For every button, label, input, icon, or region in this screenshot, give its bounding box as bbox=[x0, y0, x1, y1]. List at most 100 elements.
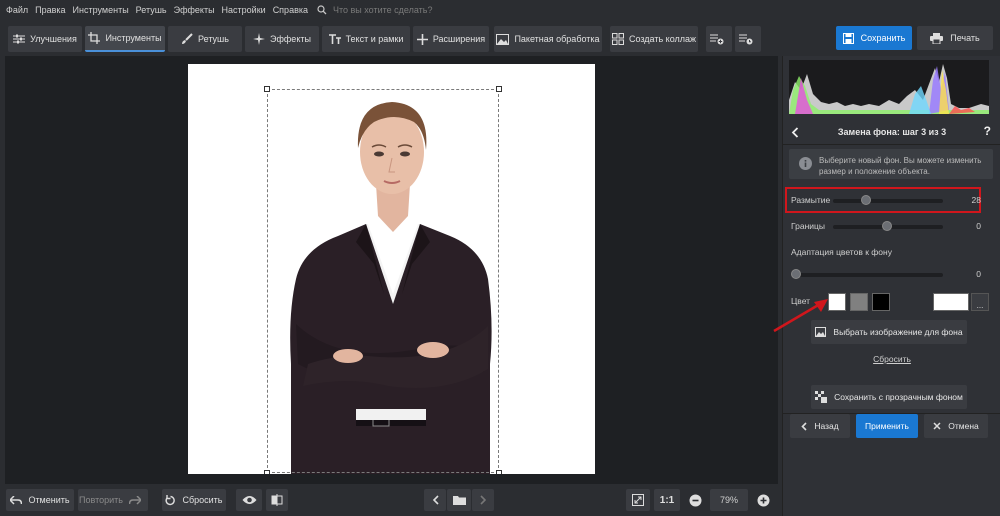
redo-icon bbox=[128, 495, 141, 505]
borders-slider[interactable]: Границы 0 bbox=[791, 220, 991, 234]
menu-help[interactable]: Справка bbox=[273, 5, 308, 15]
apply-button[interactable]: Применить bbox=[856, 414, 918, 438]
actual-size-button[interactable]: 1:1 bbox=[654, 489, 680, 511]
right-panel: Замена фона: шаг 3 из 3 ? Выберите новый… bbox=[782, 56, 1000, 516]
image-canvas[interactable] bbox=[5, 56, 778, 484]
tab-label: Ретушь bbox=[198, 34, 229, 44]
resize-handle-bottom-right[interactable] bbox=[496, 470, 502, 474]
save-transparent-button[interactable]: Сохранить с прозрачным фоном bbox=[811, 385, 967, 409]
sliders-icon bbox=[13, 34, 26, 44]
open-folder-button[interactable] bbox=[447, 489, 471, 511]
tab-label: Текст и рамки bbox=[345, 34, 404, 44]
more-label: ... bbox=[976, 301, 984, 310]
object-selection-frame[interactable] bbox=[264, 86, 502, 474]
back-button[interactable]: Назад bbox=[790, 414, 850, 438]
brush-icon bbox=[182, 33, 193, 44]
image-stack-icon bbox=[496, 33, 510, 45]
search-input[interactable] bbox=[333, 5, 503, 15]
blur-label: Размытие bbox=[791, 195, 831, 205]
list-clock-icon bbox=[738, 34, 752, 45]
print-label: Печать bbox=[950, 33, 980, 43]
tab-extensions[interactable]: Расширения bbox=[413, 26, 489, 52]
menu-retouch[interactable]: Ретушь bbox=[136, 5, 167, 15]
ratio-label: 1:1 bbox=[659, 494, 675, 506]
undo-label: Отменить bbox=[28, 495, 70, 505]
cancel-button[interactable]: Отмена bbox=[924, 414, 988, 438]
redo-button[interactable]: Повторить bbox=[78, 489, 148, 511]
menu-tools[interactable]: Инструменты bbox=[73, 5, 129, 15]
floppy-icon bbox=[842, 32, 854, 44]
fit-screen-button[interactable] bbox=[626, 489, 650, 511]
reset-label: Сбросить bbox=[182, 495, 223, 505]
resize-handle-top-left[interactable] bbox=[264, 86, 270, 92]
blur-slider-knob[interactable] bbox=[861, 195, 871, 205]
blur-slider[interactable]: Размытие 28 bbox=[791, 194, 991, 208]
zoom-level[interactable]: 79% bbox=[710, 489, 748, 511]
color-adaptation-value: 0 bbox=[976, 269, 981, 279]
swatch-gray[interactable] bbox=[850, 293, 868, 311]
color-adaptation-slider[interactable]: 0 bbox=[791, 268, 991, 282]
info-text: Выберите новый фон. Вы можете изменить р… bbox=[819, 156, 982, 176]
divider bbox=[783, 144, 1000, 145]
swatch-black[interactable] bbox=[872, 293, 890, 311]
print-button[interactable]: Печать bbox=[917, 26, 993, 50]
queue-add-button[interactable] bbox=[706, 26, 732, 52]
reset-link[interactable]: Сбросить bbox=[783, 354, 1000, 364]
tab-collage[interactable]: Создать коллаж bbox=[610, 26, 698, 52]
custom-color-swatch[interactable] bbox=[933, 293, 969, 311]
color-adaptation-knob[interactable] bbox=[791, 269, 801, 279]
resize-handle-top-right[interactable] bbox=[496, 86, 502, 92]
chevron-left-icon bbox=[801, 421, 807, 431]
menu-effects[interactable]: Эффекты bbox=[174, 5, 215, 15]
preview-button[interactable] bbox=[236, 489, 262, 511]
swatch-white[interactable] bbox=[828, 293, 846, 311]
zoom-out-button[interactable] bbox=[684, 489, 706, 511]
bottom-toolbar: Отменить Повторить Сбросить 1:1 79% bbox=[0, 484, 778, 516]
tab-tools[interactable]: Инструменты bbox=[85, 26, 165, 52]
transparent-save-icon bbox=[815, 391, 828, 403]
menu-settings[interactable]: Настройки bbox=[222, 5, 266, 15]
close-icon bbox=[933, 422, 941, 430]
queue-settings-button[interactable] bbox=[735, 26, 761, 52]
tab-label: Создать коллаж bbox=[628, 34, 697, 44]
save-button[interactable]: Сохранить bbox=[836, 26, 912, 50]
borders-label: Границы bbox=[791, 221, 825, 231]
help-icon[interactable]: ? bbox=[984, 124, 991, 138]
tab-batch[interactable]: Пакетная обработка bbox=[494, 26, 602, 52]
search-icon bbox=[317, 5, 327, 15]
next-image-button[interactable] bbox=[472, 489, 494, 511]
reset-button[interactable]: Сбросить bbox=[162, 489, 226, 511]
undo-button[interactable]: Отменить bbox=[6, 489, 74, 511]
compare-icon bbox=[271, 494, 283, 506]
tab-effects[interactable]: Эффекты bbox=[245, 26, 319, 52]
info-box: Выберите новый фон. Вы можете изменить р… bbox=[789, 149, 993, 179]
tab-label: Улучшения bbox=[30, 34, 77, 44]
step-title: Замена фона: шаг 3 из 3 bbox=[837, 127, 947, 137]
blur-slider-track[interactable] bbox=[833, 199, 943, 203]
printer-icon bbox=[930, 32, 944, 44]
tab-enhancements[interactable]: Улучшения bbox=[8, 26, 82, 52]
compare-button[interactable] bbox=[266, 489, 288, 511]
color-adaptation-track[interactable] bbox=[793, 273, 943, 277]
menu-file[interactable]: Файл bbox=[6, 5, 28, 15]
reset-icon bbox=[165, 494, 176, 505]
plus-icon bbox=[416, 33, 428, 45]
grid-icon bbox=[611, 33, 624, 45]
previous-image-button[interactable] bbox=[424, 489, 446, 511]
search-box bbox=[317, 5, 503, 15]
eye-icon bbox=[242, 496, 256, 504]
apply-label: Применить bbox=[865, 421, 909, 431]
menu-edit[interactable]: Правка bbox=[35, 5, 65, 15]
choose-background-image-button[interactable]: Выбрать изображение для фона bbox=[811, 320, 967, 344]
borders-slider-knob[interactable] bbox=[882, 221, 892, 231]
info-icon bbox=[799, 157, 812, 170]
back-label: Назад bbox=[814, 421, 839, 431]
menu-bar: Файл Правка Инструменты Ретушь Эффекты Н… bbox=[0, 0, 1000, 20]
more-colors-button[interactable]: ... bbox=[971, 293, 989, 311]
save-label: Сохранить bbox=[860, 33, 906, 43]
tab-text-frames[interactable]: Текст и рамки bbox=[322, 26, 410, 52]
tab-label: Расширения bbox=[432, 34, 486, 44]
zoom-in-button[interactable] bbox=[752, 489, 774, 511]
resize-handle-bottom-left[interactable] bbox=[264, 470, 270, 474]
tab-retouch[interactable]: Ретушь bbox=[168, 26, 242, 52]
